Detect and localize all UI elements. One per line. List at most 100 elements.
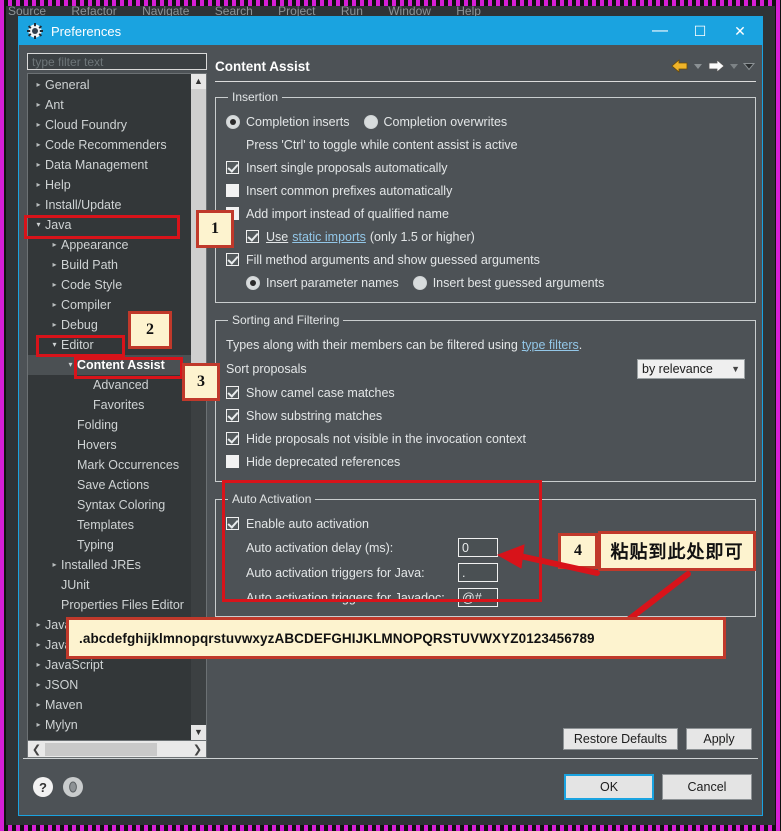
auto-activation-javadoc-input[interactable]: @# bbox=[458, 588, 498, 607]
triangle-right-icon[interactable]: ▸ bbox=[48, 275, 61, 295]
minimize-button[interactable]: — bbox=[640, 17, 680, 45]
tree-item-mark-occurrences[interactable]: Mark Occurrences bbox=[28, 455, 191, 475]
add-import-row[interactable]: Add import instead of qualified name bbox=[226, 202, 745, 225]
tree-item-installed-jres[interactable]: ▸ Installed JREs bbox=[28, 555, 191, 575]
tree-item-typing[interactable]: Typing bbox=[28, 535, 191, 555]
apply-button[interactable]: Apply bbox=[686, 728, 752, 750]
show-substring-row[interactable]: Show substring matches bbox=[226, 404, 745, 427]
tree-item-properties-files-editor[interactable]: Properties Files Editor bbox=[28, 595, 191, 615]
tree-item-hovers[interactable]: Hovers bbox=[28, 435, 191, 455]
restore-defaults-button[interactable]: Restore Defaults bbox=[562, 728, 678, 750]
tree-item-help[interactable]: ▸ Help bbox=[28, 175, 191, 195]
tree-item-mylyn[interactable]: ▸ Mylyn bbox=[28, 715, 191, 735]
fill-method-args-row[interactable]: Fill method arguments and show guessed a… bbox=[226, 248, 745, 271]
static-imports-link[interactable]: static imports bbox=[292, 230, 366, 244]
tree-item-junit[interactable]: JUnit bbox=[28, 575, 191, 595]
triangle-down-icon[interactable]: ▾ bbox=[48, 335, 61, 355]
sort-proposals-select[interactable]: by relevance ▼ bbox=[637, 358, 745, 379]
radio-insert-parameter-names[interactable] bbox=[246, 275, 260, 290]
checkbox-hide-deprecated[interactable] bbox=[226, 455, 239, 468]
tree-item-folding[interactable]: Folding bbox=[28, 415, 191, 435]
tree-item-compiler[interactable]: ▸ Compiler bbox=[28, 295, 191, 315]
close-button[interactable]: ✕ bbox=[720, 17, 760, 45]
triangle-right-icon[interactable]: ▸ bbox=[32, 615, 45, 635]
tree-item-code-style[interactable]: ▸ Code Style bbox=[28, 275, 191, 295]
triangle-right-icon[interactable]: ▸ bbox=[32, 635, 45, 655]
use-static-imports-row[interactable]: Use static imports (only 1.5 or higher) bbox=[226, 225, 745, 248]
triangle-right-icon[interactable]: ▸ bbox=[32, 95, 45, 115]
tree-item-cloud-foundry[interactable]: ▸ Cloud Foundry bbox=[28, 115, 191, 135]
triangle-right-icon[interactable]: ▸ bbox=[48, 315, 61, 335]
triangle-right-icon[interactable]: ▸ bbox=[32, 715, 45, 735]
arrow-right-icon[interactable] bbox=[706, 58, 726, 74]
chevron-right-icon[interactable]: ❯ bbox=[189, 743, 206, 756]
tree-item-ant[interactable]: ▸ Ant bbox=[28, 95, 191, 115]
checkbox-show-camel-case[interactable] bbox=[226, 386, 239, 399]
tree-item-build-path[interactable]: ▸ Build Path bbox=[28, 255, 191, 275]
tree-item-general[interactable]: ▸ General bbox=[28, 75, 191, 95]
triangle-right-icon[interactable]: ▸ bbox=[32, 675, 45, 695]
checkbox-insert-single[interactable] bbox=[226, 161, 239, 174]
checkbox-insert-prefixes[interactable] bbox=[226, 184, 239, 197]
vertical-scroll-thumb[interactable] bbox=[191, 89, 206, 389]
triangle-right-icon[interactable]: ▸ bbox=[48, 295, 61, 315]
tree-item-java-persistence[interactable]: ▸ Java Persistence bbox=[28, 635, 191, 655]
triangle-right-icon[interactable]: ▸ bbox=[48, 235, 61, 255]
cancel-button[interactable]: Cancel bbox=[662, 774, 752, 800]
arrow-left-icon[interactable] bbox=[670, 58, 690, 74]
tree-item-content-assist[interactable]: ▾ Content Assist bbox=[28, 355, 191, 375]
tree-item-code-recommenders[interactable]: ▸ Code Recommenders bbox=[28, 135, 191, 155]
tree-item-favorites[interactable]: Favorites bbox=[28, 395, 191, 415]
chevron-down-icon[interactable] bbox=[728, 60, 740, 72]
triangle-right-icon[interactable]: ▸ bbox=[32, 155, 45, 175]
radio-insert-best-guessed[interactable] bbox=[412, 275, 427, 290]
tree-item-advanced[interactable]: Advanced bbox=[28, 375, 191, 395]
tree-item-javascript[interactable]: ▸ JavaScript bbox=[28, 655, 191, 675]
triangle-down-icon[interactable]: ▾ bbox=[32, 215, 45, 235]
triangle-right-icon[interactable]: ▸ bbox=[32, 75, 45, 95]
tree-vertical-scrollbar[interactable]: ▲ ▼ bbox=[191, 74, 206, 740]
checkbox-fill-method-args[interactable] bbox=[226, 253, 239, 266]
preferences-tree[interactable]: ▸ General ▸ Ant ▸ Cloud Foundry ▸ Code Recommen… bbox=[28, 74, 191, 740]
checkbox-add-import[interactable] bbox=[226, 207, 239, 220]
insert-single-row[interactable]: Insert single proposals automatically bbox=[226, 156, 745, 179]
enable-auto-activation-row[interactable]: Enable auto activation bbox=[226, 512, 745, 535]
tree-item-install-update[interactable]: ▸ Install/Update bbox=[28, 195, 191, 215]
radio-completion-overwrites[interactable] bbox=[363, 114, 378, 129]
triangle-right-icon[interactable]: ▸ bbox=[32, 195, 45, 215]
triangle-right-icon[interactable]: ▸ bbox=[32, 695, 45, 715]
chevron-down-icon[interactable]: ▼ bbox=[191, 725, 206, 740]
hide-deprecated-row[interactable]: Hide deprecated references bbox=[226, 450, 745, 473]
radio-completion-inserts[interactable] bbox=[226, 114, 240, 129]
triangle-right-icon[interactable]: ▸ bbox=[32, 135, 45, 155]
chevron-down-icon[interactable] bbox=[742, 60, 756, 72]
chevron-left-icon[interactable]: ❮ bbox=[28, 743, 45, 756]
ok-button[interactable]: OK bbox=[564, 774, 654, 800]
tree-item-maven[interactable]: ▸ Maven bbox=[28, 695, 191, 715]
tree-item-debug[interactable]: ▸ Debug bbox=[28, 315, 191, 335]
tree-horizontal-scrollbar[interactable]: ❮ ❯ bbox=[27, 741, 207, 758]
tree-item-templates[interactable]: Templates bbox=[28, 515, 191, 535]
triangle-right-icon[interactable]: ▸ bbox=[32, 115, 45, 135]
auto-activation-java-input[interactable]: . bbox=[458, 563, 498, 582]
triangle-right-icon[interactable]: ▸ bbox=[48, 555, 61, 575]
maximize-button[interactable]: ☐ bbox=[680, 17, 720, 45]
type-filters-link[interactable]: type filters bbox=[522, 338, 579, 352]
auto-activation-delay-input[interactable]: 0 bbox=[458, 538, 498, 557]
checkbox-use-static-imports[interactable] bbox=[246, 230, 259, 243]
triangle-right-icon[interactable]: ▸ bbox=[48, 255, 61, 275]
filter-input[interactable]: type filter text bbox=[27, 53, 207, 70]
tree-item-json[interactable]: ▸ JSON bbox=[28, 675, 191, 695]
tree-item-java[interactable]: ▾ Java bbox=[28, 215, 191, 235]
tree-item-data-management[interactable]: ▸ Data Management bbox=[28, 155, 191, 175]
pin-icon[interactable] bbox=[63, 777, 83, 797]
hide-not-visible-row[interactable]: Hide proposals not visible in the invoca… bbox=[226, 427, 745, 450]
checkbox-show-substring[interactable] bbox=[226, 409, 239, 422]
triangle-down-icon[interactable]: ▾ bbox=[64, 355, 77, 375]
tree-item-editor[interactable]: ▾ Editor bbox=[28, 335, 191, 355]
tree-item-save-actions[interactable]: Save Actions bbox=[28, 475, 191, 495]
triangle-right-icon[interactable]: ▸ bbox=[32, 655, 45, 675]
triangle-right-icon[interactable]: ▸ bbox=[32, 175, 45, 195]
checkbox-hide-not-visible[interactable] bbox=[226, 432, 239, 445]
show-camel-row[interactable]: Show camel case matches bbox=[226, 381, 745, 404]
